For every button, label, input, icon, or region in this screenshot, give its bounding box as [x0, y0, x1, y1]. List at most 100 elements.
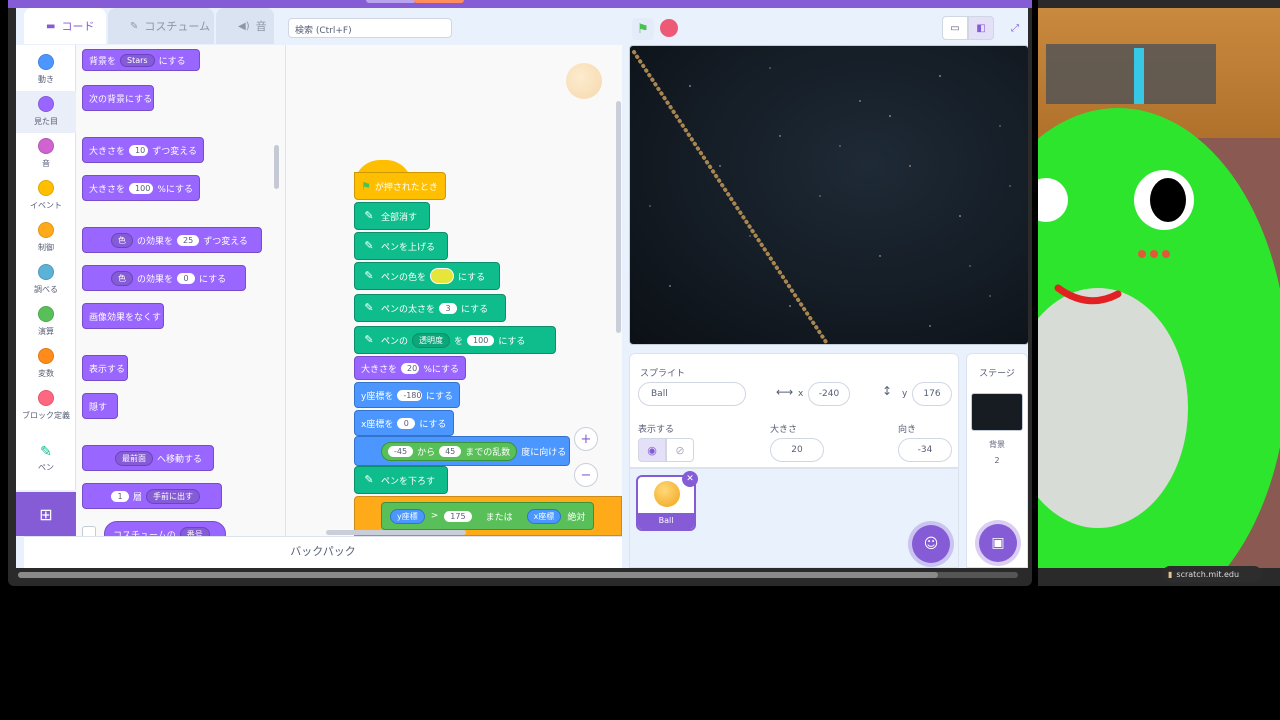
number-input[interactable]: 25: [177, 234, 200, 246]
category-pen[interactable]: ✎ ペン: [16, 439, 76, 481]
direction-input[interactable]: -34: [898, 438, 952, 462]
layer-dropdown[interactable]: 最前面: [115, 450, 153, 466]
random-operator[interactable]: -45 から 45 までの乱数: [381, 441, 518, 461]
block-set-pen-param[interactable]: ✎ ペンの 透明度 を 100 にする: [354, 326, 556, 354]
effect-dropdown[interactable]: 色: [111, 270, 133, 286]
add-sprite-button[interactable]: ☺: [912, 525, 950, 563]
pen-param-dropdown[interactable]: 透明度: [412, 332, 451, 348]
effect-dropdown[interactable]: 色: [111, 232, 133, 248]
block-set-size-script[interactable]: 大きさを 20 %にする: [354, 356, 466, 380]
checkbox[interactable]: [82, 526, 96, 536]
size-input[interactable]: 20: [770, 438, 824, 462]
tab-code[interactable]: ▬ コード: [24, 8, 106, 44]
number-input[interactable]: 3: [439, 302, 458, 314]
show-visible-button[interactable]: ◉: [638, 438, 666, 462]
block-text: ペンを上げる: [381, 242, 436, 253]
script-horizontal-scrollbar[interactable]: [326, 530, 466, 535]
delete-sprite-button[interactable]: ✕: [682, 471, 698, 487]
block-set-pen-color[interactable]: ✎ ペンの色を にする: [354, 262, 500, 290]
number-input[interactable]: 100: [467, 334, 495, 346]
tab-costume[interactable]: ✎ コスチューム: [108, 8, 214, 44]
window-horizontal-scrollbar[interactable]: [18, 572, 1018, 578]
number-input[interactable]: 45: [439, 445, 462, 457]
number-input[interactable]: -180: [397, 389, 422, 401]
category-variables[interactable]: 変数: [16, 343, 76, 385]
or-operator[interactable]: y座標 > 175 または x座標 絶対: [381, 502, 595, 530]
block-costume-number[interactable]: コスチュームの 番号: [104, 521, 226, 536]
events-dot-icon: [38, 180, 54, 196]
add-backdrop-button[interactable]: ▣: [979, 524, 1017, 562]
category-events[interactable]: イベント: [16, 175, 76, 217]
menu-pill-share[interactable]: [414, 0, 464, 3]
block-set-size[interactable]: 大きさを 100 %にする: [82, 175, 200, 201]
direction-dropdown[interactable]: 手前に出す: [146, 488, 201, 504]
block-pen-clear[interactable]: ✎ 全部消す: [354, 202, 430, 230]
number-input[interactable]: 100: [129, 182, 154, 194]
number-input[interactable]: 20: [401, 362, 420, 374]
script-vertical-scrollbar[interactable]: [616, 101, 621, 333]
fullscreen-button[interactable]: ⤢: [1002, 16, 1028, 40]
large-stage-button[interactable]: ◧: [968, 16, 994, 40]
block-go-layers[interactable]: 1 層 手前に出す: [82, 483, 222, 509]
number-input[interactable]: 0: [177, 272, 196, 284]
number-input[interactable]: 1: [111, 490, 129, 502]
x-position-input[interactable]: -240: [808, 382, 850, 406]
category-motion[interactable]: 動き: [16, 49, 76, 91]
backdrop-dropdown[interactable]: Stars: [120, 53, 155, 67]
y-position-reporter[interactable]: y座標: [390, 508, 425, 524]
category-sensing[interactable]: 調べる: [16, 259, 76, 301]
block-show[interactable]: 表示する: [82, 355, 128, 381]
zoom-in-button[interactable]: +: [574, 427, 598, 451]
category-my-blocks[interactable]: ブロック定義: [16, 385, 76, 437]
block-text: %にする: [423, 364, 459, 375]
costume-dropdown[interactable]: 番号: [179, 526, 210, 536]
block-set-effect[interactable]: 色 の効果を 0 にする: [82, 265, 246, 291]
block-set-y[interactable]: y座標を -180 にする: [354, 382, 460, 408]
number-input[interactable]: -45: [388, 445, 414, 457]
menu-pill[interactable]: [366, 0, 416, 3]
block-go-to-front[interactable]: 最前面 へ移動する: [82, 445, 214, 471]
tab-sound[interactable]: ◀) 音: [216, 8, 274, 44]
stop-button[interactable]: [660, 19, 678, 37]
block-text: にする: [458, 272, 486, 283]
category-control[interactable]: 制御: [16, 217, 76, 259]
url-chip[interactable]: ▮ scratch.mit.edu: [1162, 566, 1262, 582]
number-input[interactable]: 0: [397, 417, 416, 429]
category-sound[interactable]: 音: [16, 133, 76, 175]
block-pen-down[interactable]: ✎ ペンを下ろす: [354, 466, 448, 494]
block-when-flag-clicked[interactable]: ⚑ が押されたとき: [354, 172, 446, 200]
y-position-input[interactable]: 176: [912, 382, 952, 406]
x-position-reporter[interactable]: x座標: [526, 508, 562, 524]
scrollbar-thumb[interactable]: [18, 572, 938, 578]
backdrop-thumbnail[interactable]: [971, 393, 1023, 431]
block-change-effect[interactable]: 色 の効果を 25 ずつ変える: [82, 227, 262, 253]
palette-scrollbar[interactable]: [274, 145, 279, 189]
small-stage-button[interactable]: ▭: [942, 16, 968, 40]
block-set-x[interactable]: x座標を 0 にする: [354, 410, 454, 436]
category-label: ブロック定義: [22, 411, 70, 420]
green-flag-button[interactable]: ⚑: [632, 18, 654, 40]
block-pen-up[interactable]: ✎ ペンを上げる: [354, 232, 448, 260]
search-input[interactable]: 検索 (Ctrl+F): [288, 18, 452, 38]
block-hide[interactable]: 隠す: [82, 393, 118, 419]
zoom-out-button[interactable]: −: [574, 463, 598, 487]
stage[interactable]: [629, 45, 1028, 345]
block-text: y座標を: [361, 391, 394, 402]
category-operators[interactable]: 演算: [16, 301, 76, 343]
add-extension-button[interactable]: ⊞: [16, 492, 76, 536]
block-next-backdrop[interactable]: 次の背景にする: [82, 85, 154, 111]
number-input[interactable]: 10: [129, 144, 149, 156]
block-switch-backdrop[interactable]: 背景を Stars にする: [82, 49, 200, 71]
block-clear-effects[interactable]: 画像効果をなくす: [82, 303, 164, 329]
stage-selector[interactable]: ステージ 背景 2 ▣: [966, 353, 1028, 568]
pen-icon: ✎: [40, 444, 52, 460]
backpack[interactable]: バックパック: [24, 536, 622, 568]
block-point-in-direction[interactable]: -45 から 45 までの乱数 度に向ける: [354, 436, 570, 466]
show-hidden-button[interactable]: ⊘: [666, 438, 694, 462]
pen-color-swatch[interactable]: [430, 268, 455, 284]
block-change-size[interactable]: 大きさを 10 ずつ変える: [82, 137, 204, 163]
sprite-name-input[interactable]: Ball: [638, 382, 746, 406]
category-looks[interactable]: 見た目: [16, 91, 76, 133]
number-input[interactable]: 175: [444, 510, 472, 522]
block-set-pen-size[interactable]: ✎ ペンの太さを 3 にする: [354, 294, 506, 322]
